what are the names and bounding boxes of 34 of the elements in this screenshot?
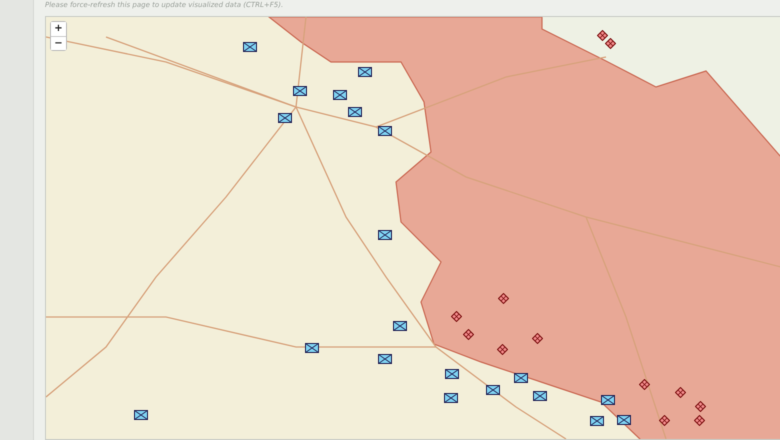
unit-marker-icon[interactable] <box>486 385 500 395</box>
enemy-marker-icon[interactable] <box>463 329 474 340</box>
unit-marker-icon[interactable] <box>444 393 458 403</box>
unit-marker-icon[interactable] <box>358 67 372 77</box>
unit-marker-icon[interactable] <box>393 321 407 331</box>
unit-marker-icon[interactable] <box>514 373 528 383</box>
enemy-marker-icon[interactable] <box>605 38 616 49</box>
zoom-out-button[interactable]: − <box>51 36 66 50</box>
unit-marker-icon[interactable] <box>590 416 604 426</box>
unit-marker-icon[interactable] <box>378 354 392 364</box>
enemy-marker-icon[interactable] <box>497 344 508 355</box>
unit-marker-icon[interactable] <box>348 107 362 117</box>
enemy-marker-icon[interactable] <box>659 415 670 426</box>
unit-marker-icon[interactable] <box>601 395 615 405</box>
unit-marker-icon[interactable] <box>305 343 319 353</box>
unit-marker-icon[interactable] <box>378 126 392 136</box>
unit-marker-icon[interactable] <box>333 90 347 100</box>
unit-marker-icon[interactable] <box>617 415 631 425</box>
unit-marker-icon[interactable] <box>533 391 547 401</box>
unit-marker-icon[interactable] <box>278 113 292 123</box>
unit-marker-icon[interactable] <box>243 42 257 52</box>
enemy-marker-icon[interactable] <box>639 379 650 390</box>
enemy-marker-icon[interactable] <box>498 293 509 304</box>
enemy-marker-icon[interactable] <box>532 333 543 344</box>
unit-marker-icon[interactable] <box>445 369 459 379</box>
unit-marker-icon[interactable] <box>293 86 307 96</box>
enemy-marker-icon[interactable] <box>695 401 706 412</box>
unit-marker-icon[interactable] <box>134 410 148 420</box>
enemy-marker-icon[interactable] <box>451 311 462 322</box>
enemy-marker-icon[interactable] <box>694 415 705 426</box>
enemy-marker-icon[interactable] <box>675 387 686 398</box>
enemy-marker-icon[interactable] <box>597 30 608 41</box>
unit-marker-icon[interactable] <box>378 230 392 240</box>
map-view[interactable]: + − <box>45 16 780 440</box>
